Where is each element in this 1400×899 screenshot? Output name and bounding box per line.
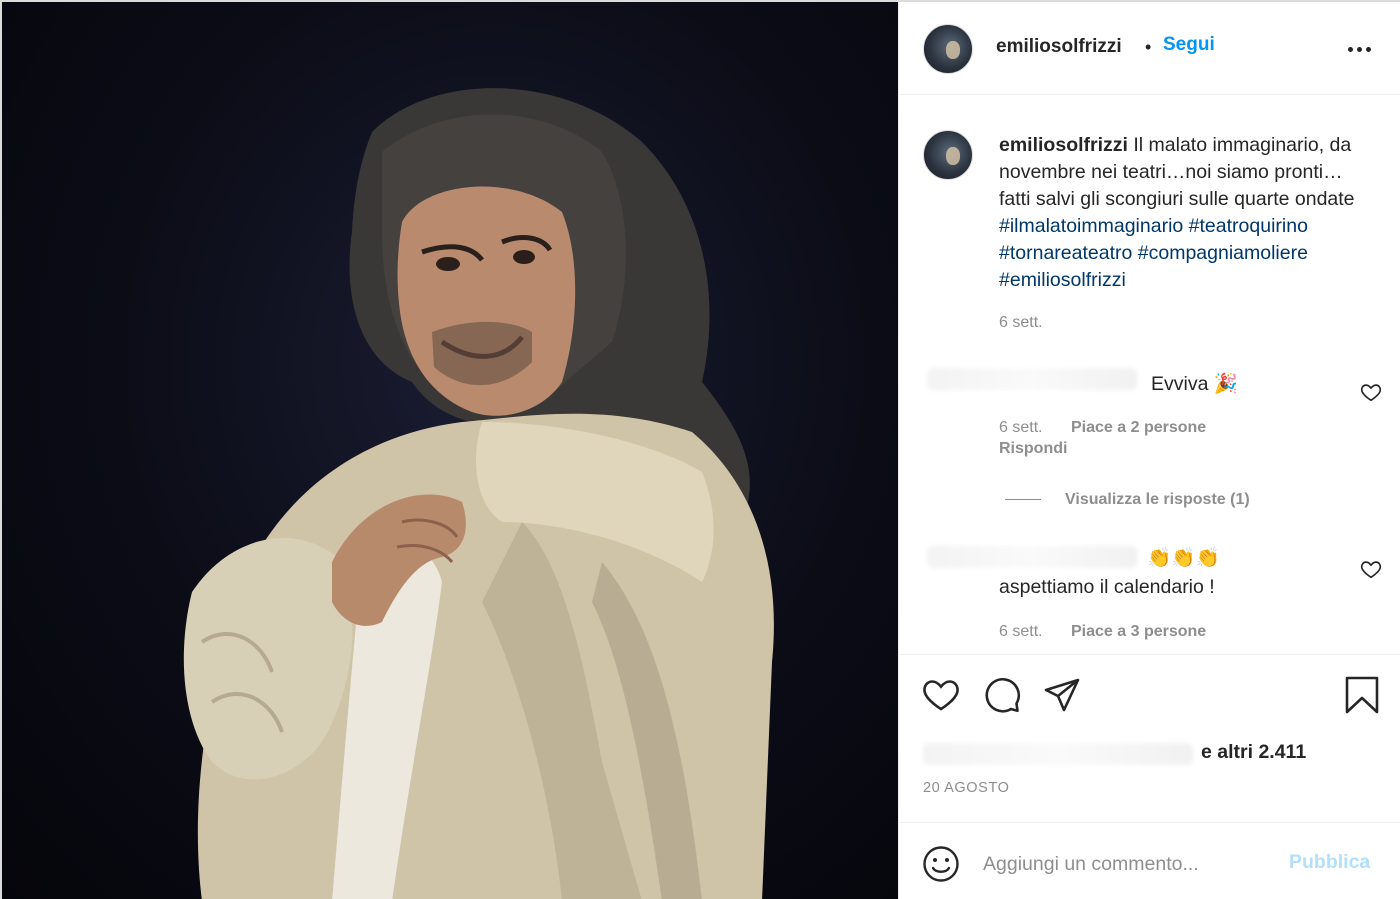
blurred-comment-user xyxy=(927,546,1137,568)
view-replies-button[interactable]: Visualizza le risposte (1) xyxy=(1065,491,1250,509)
blurred-liker-names xyxy=(923,743,1193,765)
comments-list[interactable]: emiliosolfrizzi Il malato immaginario, d… xyxy=(899,96,1400,654)
likes-summary[interactable]: e altri 2.411 xyxy=(1201,741,1306,764)
header-separator: • xyxy=(1145,37,1152,57)
caption-time: 6 sett. xyxy=(999,314,1043,331)
emoji-icon[interactable] xyxy=(921,844,961,884)
heart-icon[interactable] xyxy=(921,675,961,715)
avatar[interactable] xyxy=(923,24,973,74)
caption-text: emiliosolfrizzi Il malato immaginario, d… xyxy=(999,132,1371,294)
follow-button[interactable]: Segui xyxy=(1163,34,1215,56)
comment-emoji: 👏👏👏 xyxy=(1147,547,1220,569)
instagram-post-view: emiliosolfrizzi • Segui emiliosolfrizzi … xyxy=(0,0,1400,899)
post-actions: e altri 2.411 20 AGOSTO xyxy=(899,654,1400,822)
hashtag[interactable]: #emiliosolfrizzi xyxy=(999,269,1126,291)
comment-likes[interactable]: Piace a 2 persone xyxy=(1071,419,1206,437)
post-photo[interactable] xyxy=(0,2,898,899)
share-icon[interactable] xyxy=(1042,675,1082,715)
publish-button[interactable]: Pubblica xyxy=(1289,851,1370,874)
comment-text: aspettiamo il calendario ! xyxy=(999,576,1215,598)
comment-like-icon[interactable] xyxy=(1360,381,1382,403)
replies-divider xyxy=(1005,499,1041,500)
reply-button[interactable]: Rispondi xyxy=(999,440,1067,458)
photo-illustration xyxy=(183,88,774,899)
caption-username[interactable]: emiliosolfrizzi xyxy=(999,134,1128,156)
hashtag[interactable]: #ilmalatoimmaginario xyxy=(999,215,1183,237)
comment-time: 6 sett. xyxy=(999,419,1043,436)
comment-time: 6 sett. xyxy=(999,623,1043,640)
comment-likes[interactable]: Piace a 3 persone xyxy=(1071,623,1206,641)
comment-icon[interactable] xyxy=(982,675,1022,715)
blurred-comment-user xyxy=(927,368,1137,390)
add-comment-bar: Pubblica xyxy=(899,822,1400,899)
hashtag[interactable]: #tornareateatro xyxy=(999,242,1132,264)
more-options-icon[interactable] xyxy=(1342,35,1378,61)
hashtag[interactable]: #compagniamoliere xyxy=(1138,242,1308,264)
bookmark-icon[interactable] xyxy=(1342,675,1382,715)
header-username[interactable]: emiliosolfrizzi xyxy=(996,36,1122,58)
comment-like-icon[interactable] xyxy=(1360,558,1382,580)
comment-input[interactable] xyxy=(983,847,1279,881)
comment-text: Evviva 🎉 xyxy=(1151,373,1239,395)
post-side-panel: emiliosolfrizzi • Segui emiliosolfrizzi … xyxy=(898,2,1400,899)
caption-avatar[interactable] xyxy=(923,130,973,180)
post-header: emiliosolfrizzi • Segui xyxy=(899,2,1400,95)
hashtag[interactable]: #teatroquirino xyxy=(1189,215,1308,237)
post-date: 20 AGOSTO xyxy=(923,780,1010,796)
